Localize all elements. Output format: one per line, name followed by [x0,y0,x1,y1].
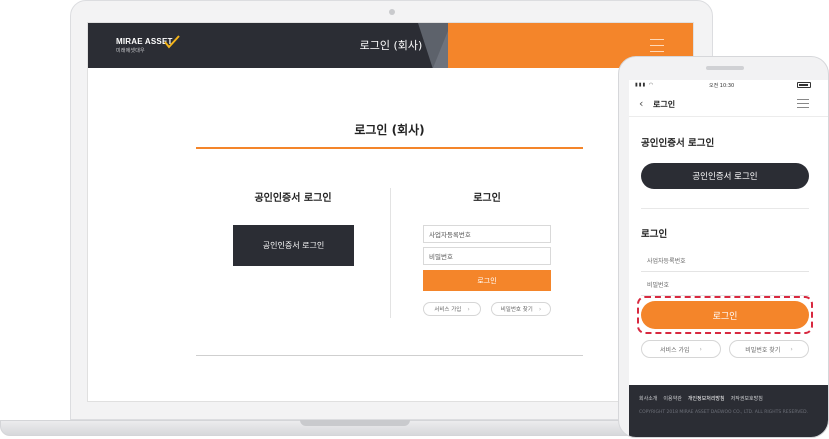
header-title: 로그인 (회사) [359,39,423,52]
content-bottom-divider [196,355,583,356]
mobile-footer: 회사소개 이용약관 개인정보처리방침 저작권보호방침 COPYRIGHT 201… [629,385,828,437]
mobile-business-number-input[interactable]: 사업자등록번호 [641,250,809,272]
desktop-screen: MIRAE ASSET 미래에셋대우 로그인 (회사) 로그인 (회사) 공인인… [87,22,694,402]
mobile-find-password-label: 비밀번호 찾기 [745,346,781,354]
chevron-right-icon: › [538,305,542,313]
chevron-right-icon: › [467,305,470,313]
signup-label: 서비스 가입 [434,307,462,313]
cert-login-heading: 공인인증서 로그인 [254,193,332,204]
mobile-signup-label: 서비스 가입 [660,346,690,354]
find-password-label: 비밀번호 찾기 [500,307,533,313]
signup-button[interactable]: 서비스 가입 › [423,302,481,316]
mobile-cert-heading: 공인인증서 로그인 [641,138,715,149]
footer-links: 회사소개 이용약관 개인정보처리방침 저작권보호방침 [639,395,820,402]
password-input[interactable]: 비밀번호 [423,247,551,265]
mobile-header-title: 로그인 [653,100,676,109]
footer-link-copyright-policy[interactable]: 저작권보호방침 [731,395,763,402]
mobile-business-number-placeholder: 사업자등록번호 [647,258,686,265]
mobile-login-heading: 로그인 [641,229,668,240]
title-divider [196,147,583,149]
signal-icon: ▮▮▮ ◠ [635,82,655,88]
mobile-find-password-button[interactable]: 비밀번호 찾기 › [729,340,809,358]
hamburger-menu-icon[interactable] [650,39,664,57]
business-number-input[interactable]: 사업자등록번호 [423,225,551,243]
phone-speaker [706,66,744,70]
business-number-placeholder: 사업자등록번호 [429,231,471,239]
chevron-right-icon: › [699,345,702,353]
login-heading: 로그인 [473,193,501,204]
laptop-camera [389,9,395,15]
footer-link-privacy[interactable]: 개인정보처리방침 [688,395,725,402]
column-divider [390,188,391,318]
cert-login-button[interactable]: 공인인증서 로그인 [233,225,354,266]
chevron-left-icon[interactable]: ‹ [639,97,643,110]
hamburger-menu-icon[interactable] [797,99,809,111]
mobile-login-button[interactable]: 로그인 [641,301,809,329]
laptop-notch [300,420,410,426]
battery-icon [797,82,811,88]
phone-frame: ▮▮▮ ◠ 오전 10:30 ‹ 로그인 공인인증서 로그인 공인인증서 로그인… [618,56,829,438]
footer-link-company[interactable]: 회사소개 [639,395,657,402]
mobile-header: ‹ 로그인 [629,92,828,117]
mobile-password-input[interactable]: 비밀번호 [641,274,809,296]
mobile-section-divider [641,208,809,209]
mobile-signup-button[interactable]: 서비스 가입 › [641,340,721,358]
check-swoosh-icon [164,35,180,49]
mobile-cert-login-button[interactable]: 공인인증서 로그인 [641,163,809,189]
desktop-header: MIRAE ASSET 미래에셋대우 로그인 (회사) [88,23,693,68]
login-button[interactable]: 로그인 [423,270,551,291]
mobile-screen: ▮▮▮ ◠ 오전 10:30 ‹ 로그인 공인인증서 로그인 공인인증서 로그인… [629,80,828,437]
find-password-button[interactable]: 비밀번호 찾기 › [491,302,551,316]
footer-link-terms[interactable]: 이용약관 [663,395,681,402]
status-time: 오전 10:30 [709,83,735,89]
footer-copyright: COPYRIGHT 2018 MIRAE ASSET DAEWOO CO., L… [639,410,809,415]
mobile-password-placeholder: 비밀번호 [647,282,670,289]
chevron-right-icon: › [790,345,793,353]
status-bar: ▮▮▮ ◠ 오전 10:30 [629,80,828,90]
page-title: 로그인 (회사) [354,123,425,137]
password-placeholder: 비밀번호 [429,253,453,261]
